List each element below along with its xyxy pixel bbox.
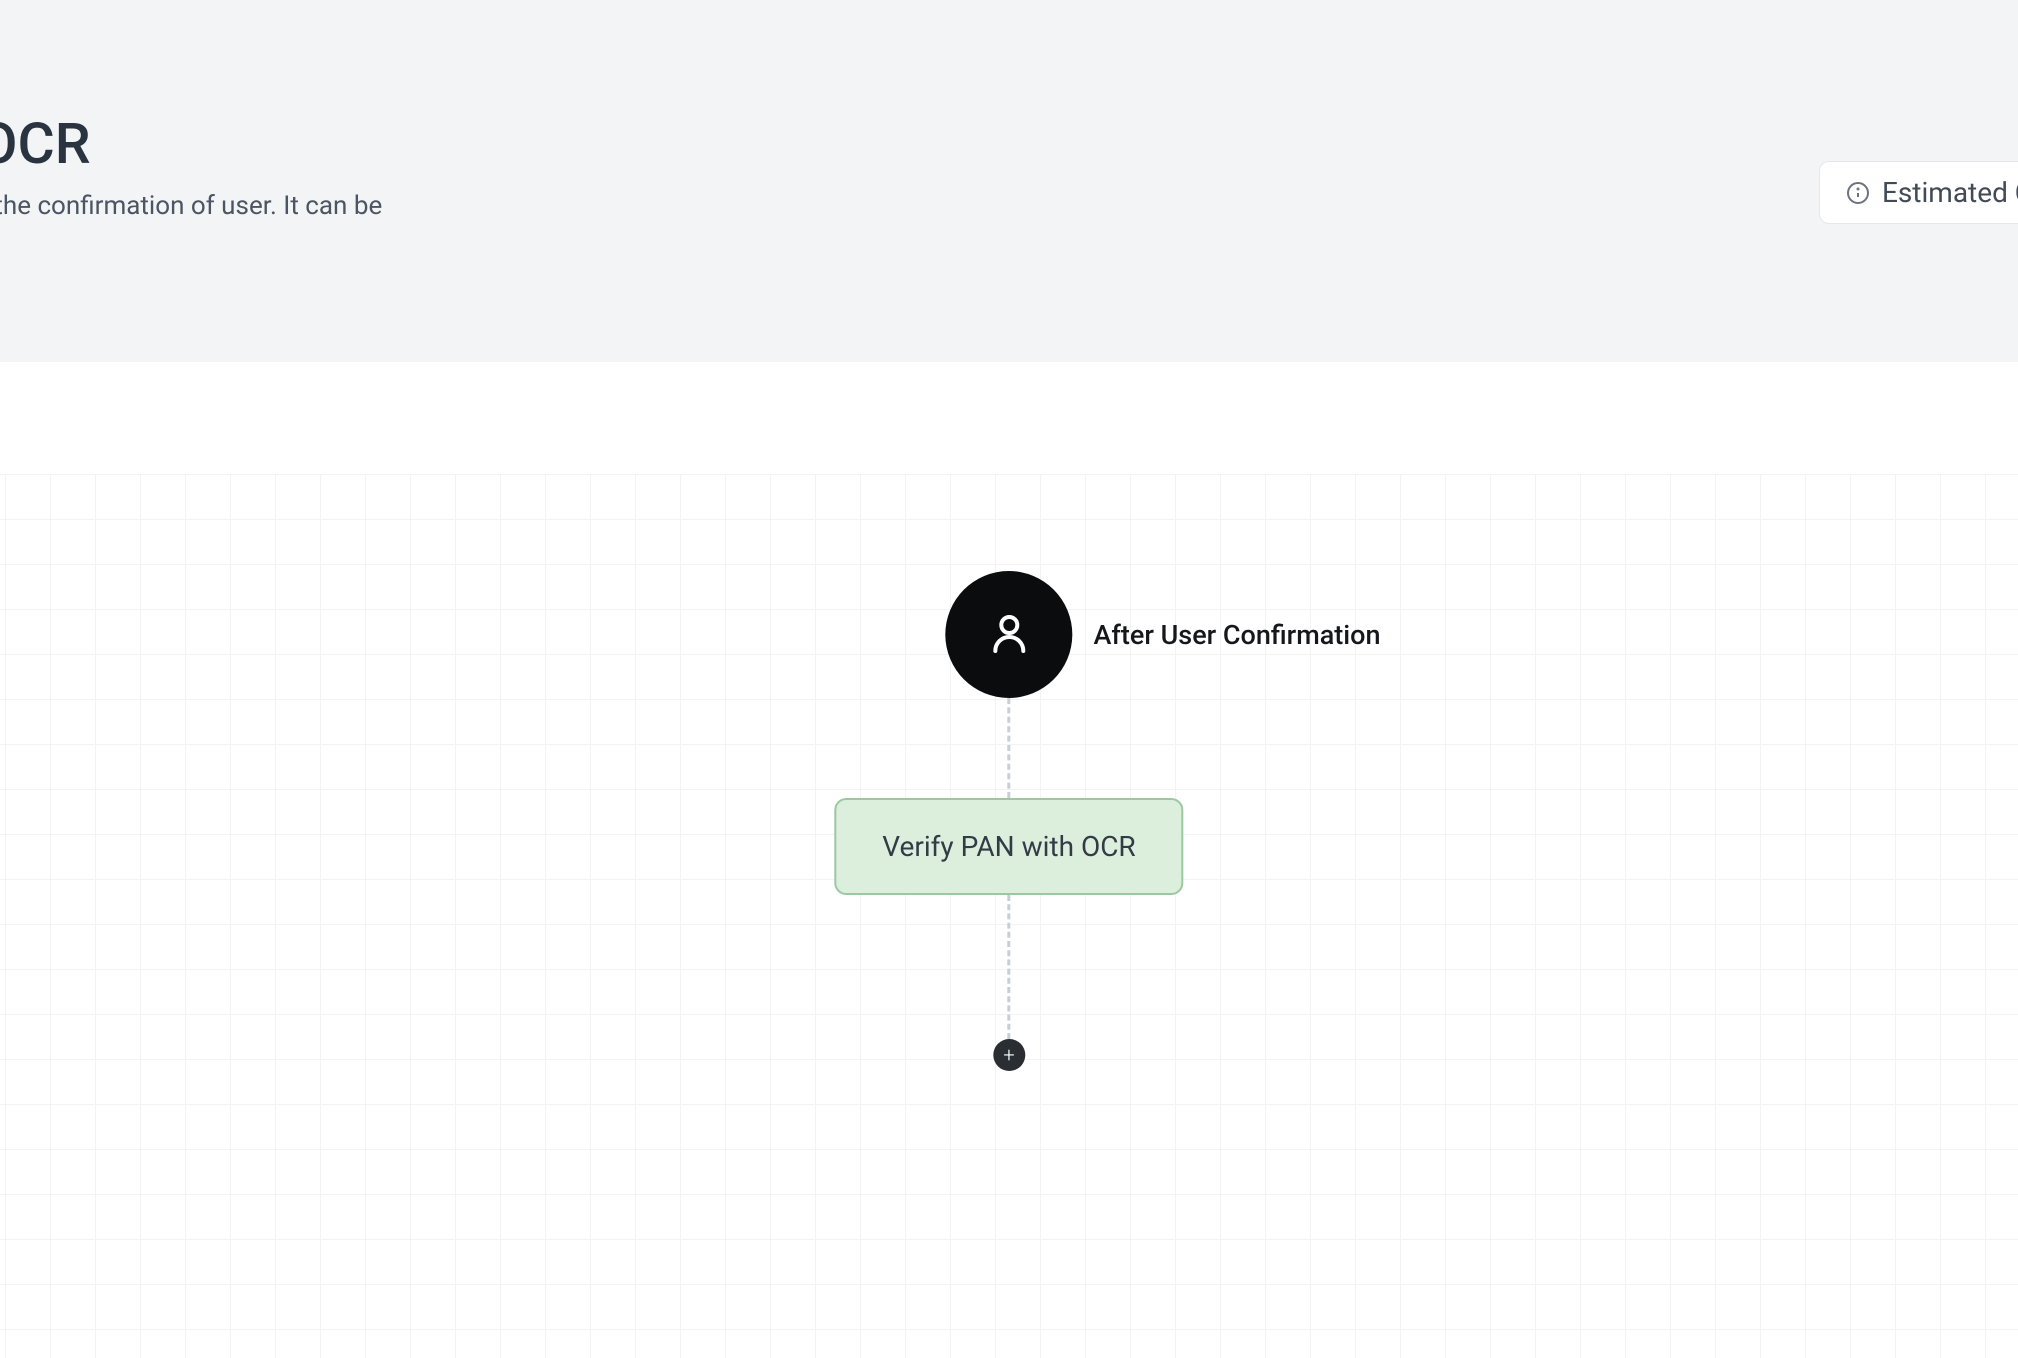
add-step-button[interactable]: + — [993, 1039, 1025, 1071]
connector-line — [1007, 698, 1010, 798]
header-area: ws N with OCR e to trigger after the con… — [0, 0, 2018, 362]
flow-container: After User Confirmation Verify PAN with … — [834, 571, 1183, 1071]
user-icon — [985, 609, 1033, 661]
start-node-circle — [945, 571, 1072, 698]
estimated-label: Estimated Co — [1882, 176, 2018, 209]
connector-line — [1007, 895, 1010, 1039]
description-line-1: e to trigger after the confirmation of u… — [0, 191, 382, 221]
step-node-label: Verify PAN with OCR — [882, 830, 1135, 863]
step-node-verify-pan[interactable]: Verify PAN with OCR — [834, 798, 1183, 895]
start-node[interactable]: After User Confirmation — [945, 571, 1072, 698]
start-node-label: After User Confirmation — [1093, 619, 1380, 651]
info-icon — [1846, 181, 1870, 205]
plus-icon: + — [1003, 1045, 1014, 1065]
estimated-cost-box[interactable]: Estimated Co — [1819, 161, 2018, 224]
workflow-canvas[interactable]: After User Confirmation Verify PAN with … — [0, 362, 2018, 1358]
page-description: e to trigger after the confirmation of u… — [0, 188, 527, 260]
page-title: N with OCR — [0, 110, 91, 177]
